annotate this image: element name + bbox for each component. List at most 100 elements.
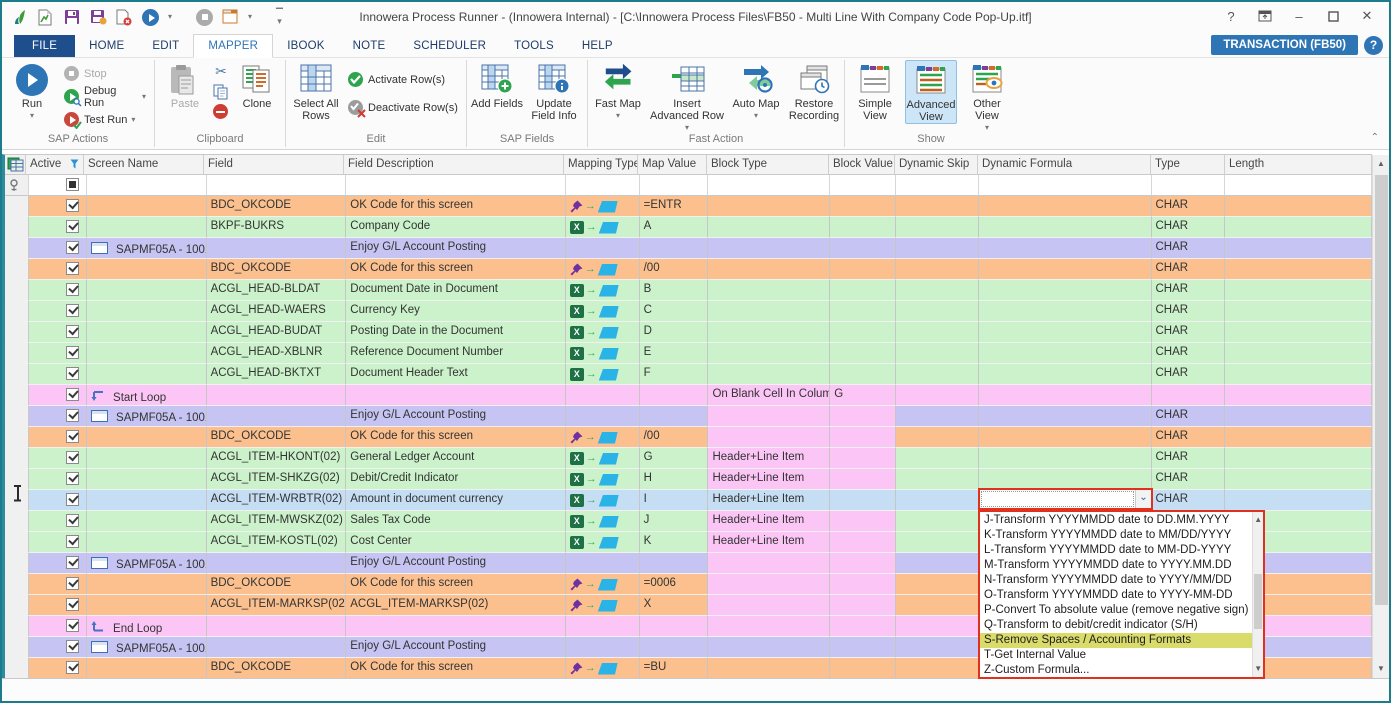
dynamic-formula-cell[interactable] <box>979 238 1152 259</box>
maximize-button[interactable] <box>1319 6 1347 26</box>
dropdown-item[interactable]: J-Transform YYYYMMDD date to DD.MM.YYYY <box>980 513 1252 528</box>
map-value-cell[interactable] <box>640 637 709 658</box>
block-value-cell[interactable] <box>830 595 896 616</box>
grid-vertical-scrollbar[interactable]: ▲ ▼ <box>1372 155 1389 678</box>
dynamic-formula-cell[interactable] <box>979 406 1152 427</box>
mapping-type-cell[interactable]: X <box>566 511 640 532</box>
row-indicator[interactable] <box>5 553 29 574</box>
dynamic-formula-cell[interactable] <box>979 301 1152 322</box>
mapping-type-cell[interactable]: X <box>566 574 640 595</box>
row-indicator[interactable] <box>5 385 29 406</box>
grid-row[interactable]: ACGL_HEAD-BLDAT Document Date in Documen… <box>5 280 1372 301</box>
dynamic-formula-cell[interactable] <box>979 259 1152 280</box>
mapping-type-cell[interactable]: X <box>566 490 640 511</box>
length-cell[interactable] <box>1225 301 1372 322</box>
filter-checkbox[interactable] <box>66 178 79 191</box>
type-cell[interactable]: CHAR <box>1152 196 1226 217</box>
block-value-cell[interactable] <box>830 364 896 385</box>
dynamic-skip-cell[interactable] <box>896 469 979 490</box>
block-type-cell[interactable] <box>708 553 830 574</box>
type-cell[interactable]: CHAR <box>1152 448 1226 469</box>
row-active-checkbox[interactable] <box>66 577 79 590</box>
block-type-cell[interactable]: On Blank Cell In Column <box>708 385 830 406</box>
map-value-cell[interactable] <box>640 406 709 427</box>
map-value-cell[interactable]: J <box>640 511 709 532</box>
row-active-checkbox[interactable] <box>66 430 79 443</box>
dynamic-formula-cell[interactable] <box>979 364 1152 385</box>
field-description-cell[interactable]: Currency Key <box>346 301 566 322</box>
mapping-type-cell[interactable]: X <box>566 427 640 448</box>
grid-row[interactable]: BKPF-BUKRS Company Code X A CHAR <box>5 217 1372 238</box>
mapping-type-cell[interactable]: X <box>566 532 640 553</box>
row-indicator[interactable] <box>5 301 29 322</box>
scroll-down-icon[interactable]: ▼ <box>1373 662 1389 676</box>
block-type-cell[interactable] <box>708 217 830 238</box>
field-description-cell[interactable]: Document Header Text <box>346 364 566 385</box>
grid-row[interactable]: Start Loop X On Blank Cell In Column G <box>5 385 1372 406</box>
block-value-cell[interactable] <box>830 259 896 280</box>
grid-row[interactable]: BDC_OKCODE OK Code for this screen X /00… <box>5 259 1372 280</box>
active-cell[interactable] <box>29 469 87 490</box>
screen-name-cell[interactable]: Start Loop <box>87 385 207 406</box>
fast-map-button[interactable]: Fast Map <box>592 60 644 120</box>
dynamic-skip-cell[interactable] <box>896 511 979 532</box>
row-active-checkbox[interactable] <box>66 367 79 380</box>
type-cell[interactable]: CHAR <box>1152 322 1226 343</box>
dynamic-skip-cell[interactable] <box>896 427 979 448</box>
dynamic-skip-cell[interactable] <box>896 343 979 364</box>
row-active-checkbox[interactable] <box>66 241 79 254</box>
length-cell[interactable] <box>1225 448 1372 469</box>
field-description-cell[interactable] <box>346 385 566 406</box>
screen-name-cell[interactable] <box>87 469 207 490</box>
field-description-cell[interactable]: Debit/Credit Indicator <box>346 469 566 490</box>
screen-name-cell[interactable] <box>87 343 207 364</box>
field-description-cell[interactable]: Enjoy G/L Account Posting <box>346 637 566 658</box>
block-type-cell[interactable] <box>708 259 830 280</box>
row-indicator[interactable] <box>5 280 29 301</box>
field-cell[interactable]: BDC_OKCODE <box>207 427 347 448</box>
row-indicator[interactable] <box>5 532 29 553</box>
active-cell[interactable] <box>29 364 87 385</box>
grid-row[interactable]: BDC_OKCODE OK Code for this screen X =EN… <box>5 196 1372 217</box>
field-cell[interactable]: ACGL_ITEM-WRBTR(02) <box>207 490 347 511</box>
map-value-cell[interactable]: F <box>640 364 709 385</box>
screen-name-cell[interactable]: SAPMF05A - 1001 <box>87 637 207 658</box>
active-cell[interactable] <box>29 637 87 658</box>
type-cell[interactable]: CHAR <box>1152 427 1226 448</box>
row-indicator[interactable] <box>5 343 29 364</box>
field-cell[interactable]: ACGL_ITEM-HKONT(02) <box>207 448 347 469</box>
ribbon-tab-note[interactable]: NOTE <box>339 35 400 57</box>
row-active-checkbox[interactable] <box>66 556 79 569</box>
field-cell[interactable] <box>207 637 347 658</box>
column-header-active[interactable]: Active <box>26 155 84 175</box>
field-cell[interactable]: BDC_OKCODE <box>207 196 347 217</box>
field-description-cell[interactable]: Sales Tax Code <box>346 511 566 532</box>
mapping-type-cell[interactable]: X <box>566 364 640 385</box>
row-active-checkbox[interactable] <box>66 220 79 233</box>
dynamic-formula-cell[interactable] <box>979 469 1152 490</box>
grid-row[interactable]: ACGL_HEAD-BKTXT Document Header Text X F… <box>5 364 1372 385</box>
type-cell[interactable]: CHAR <box>1152 469 1226 490</box>
field-description-cell[interactable]: OK Code for this screen <box>346 574 566 595</box>
row-indicator[interactable] <box>5 196 29 217</box>
dynamic-skip-cell[interactable] <box>896 364 979 385</box>
grid-row[interactable]: BDC_OKCODE OK Code for this screen X /00… <box>5 427 1372 448</box>
combo-dropdown-icon[interactable] <box>1135 490 1151 508</box>
screen-name-cell[interactable] <box>87 196 207 217</box>
type-cell[interactable]: CHAR <box>1152 280 1226 301</box>
field-cell[interactable] <box>207 385 347 406</box>
close-button[interactable]: ✕ <box>1353 6 1381 26</box>
map-value-cell[interactable]: D <box>640 322 709 343</box>
screen-name-cell[interactable] <box>87 490 207 511</box>
screen-name-cell[interactable] <box>87 658 207 679</box>
screen-name-cell[interactable] <box>87 448 207 469</box>
grid-row[interactable]: ACGL_ITEM-HKONT(02) General Ledger Accou… <box>5 448 1372 469</box>
block-value-cell[interactable] <box>830 427 896 448</box>
dropdown-scroll-down-icon[interactable]: ▼ <box>1253 662 1263 676</box>
column-header-field[interactable]: Field <box>204 155 344 175</box>
map-value-cell[interactable]: X <box>640 595 709 616</box>
column-header-dynamic-skip[interactable]: Dynamic Skip <box>895 155 978 175</box>
mapping-type-cell[interactable]: X <box>566 637 640 658</box>
mapping-type-cell[interactable]: X <box>566 595 640 616</box>
row-indicator[interactable] <box>5 595 29 616</box>
